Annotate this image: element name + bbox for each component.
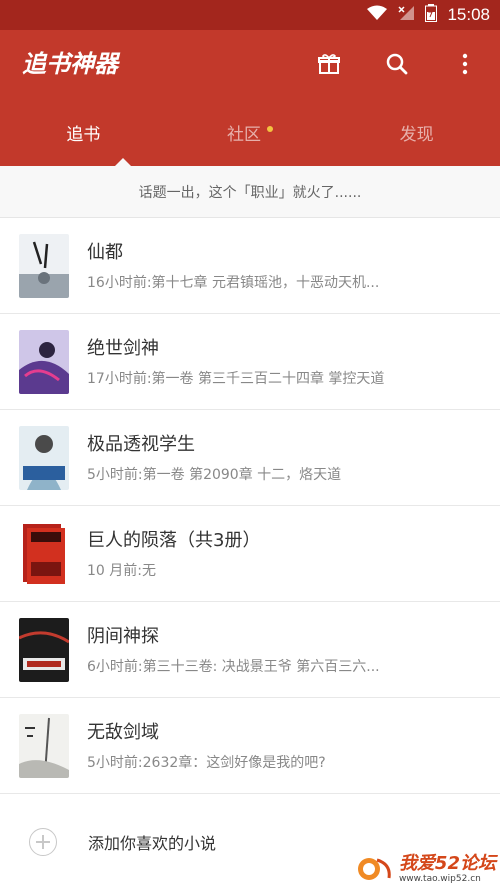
watermark-url: www.tao.wip52.cn	[398, 874, 481, 884]
book-cover	[19, 618, 69, 682]
book-update: 5小时前:2632章：这剑好像是我的吧?	[87, 755, 326, 771]
book-update: 5小时前:第一卷 第2090章 十二，烙天道	[87, 467, 342, 483]
tab-community[interactable]: 社区	[167, 98, 334, 166]
overflow-menu-button[interactable]	[448, 47, 482, 81]
search-button[interactable]	[380, 47, 414, 81]
list-item[interactable]: 极品透视学生 5小时前:第一卷 第2090章 十二，烙天道	[0, 410, 500, 506]
book-title: 阴间神探	[87, 626, 159, 647]
list-item[interactable]: 仙都 16小时前:第十七章 元君镇瑶池，十恶动天机...	[0, 218, 500, 314]
book-cover	[19, 426, 69, 490]
book-title: 极品透视学生	[87, 434, 195, 455]
tab-label: 追书	[66, 124, 101, 145]
notification-dot	[267, 126, 273, 132]
book-title: 巨人的陨落（共3册）	[87, 530, 261, 551]
status-bar: 15:08	[0, 0, 500, 30]
book-update: 16小时前:第十七章 元君镇瑶池，十恶动天机...	[87, 275, 380, 291]
watermark: 我爱52论坛 www.tao.wip52.cn	[355, 854, 496, 884]
search-icon	[386, 53, 408, 75]
active-tab-indicator	[115, 158, 131, 166]
banner-text: 话题一出，这个「职业」就火了......	[138, 184, 362, 201]
tab-zhuishu[interactable]: 追书	[0, 98, 167, 166]
tab-discover[interactable]: 发现	[333, 98, 500, 166]
watermark-logo-icon	[357, 858, 391, 880]
more-vertical-icon	[462, 53, 468, 75]
book-cover	[19, 522, 69, 586]
wifi-icon	[367, 5, 388, 25]
book-title: 仙都	[87, 242, 123, 263]
status-time: 15:08	[447, 5, 490, 24]
add-novel-label: 添加你喜欢的小说	[88, 834, 217, 853]
book-cover	[19, 330, 69, 394]
tab-label: 发现	[399, 124, 434, 145]
watermark-title: 我爱52论坛	[398, 853, 496, 874]
book-update: 17小时前:第一卷 第三千三百二十四章 掌控天道	[87, 371, 385, 387]
book-update: 6小时前:第三十三卷: 决战景王爷 第六百三六...	[87, 659, 380, 675]
list-item[interactable]: 阴间神探 6小时前:第三十三卷: 决战景王爷 第六百三六...	[0, 602, 500, 698]
book-cover	[19, 234, 69, 298]
add-icon	[29, 828, 57, 856]
list-item[interactable]: 绝世剑神 17小时前:第一卷 第三千三百二十四章 掌控天道	[0, 314, 500, 410]
battery-icon	[425, 4, 438, 26]
gift-icon	[318, 54, 340, 74]
list-item[interactable]: 巨人的陨落（共3册） 10 月前:无	[0, 506, 500, 602]
book-list: 仙都 16小时前:第十七章 元君镇瑶池，十恶动天机... 绝世剑神 17小时前:…	[0, 218, 500, 794]
book-title: 绝世剑神	[87, 338, 159, 359]
topic-banner[interactable]: 话题一出，这个「职业」就火了......	[0, 166, 500, 218]
book-cover	[19, 714, 69, 778]
app-bar: 追书神器	[0, 30, 500, 98]
tab-bar: 追书 社区 发现	[0, 98, 500, 166]
signal-icon	[397, 5, 415, 25]
book-title: 无敌剑域	[87, 722, 159, 743]
book-update: 10 月前:无	[87, 563, 156, 579]
app-title: 追书神器	[22, 50, 118, 78]
tab-label: 社区	[227, 124, 261, 145]
gift-button[interactable]	[312, 47, 346, 81]
list-item[interactable]: 无敌剑域 5小时前:2632章：这剑好像是我的吧?	[0, 698, 500, 794]
